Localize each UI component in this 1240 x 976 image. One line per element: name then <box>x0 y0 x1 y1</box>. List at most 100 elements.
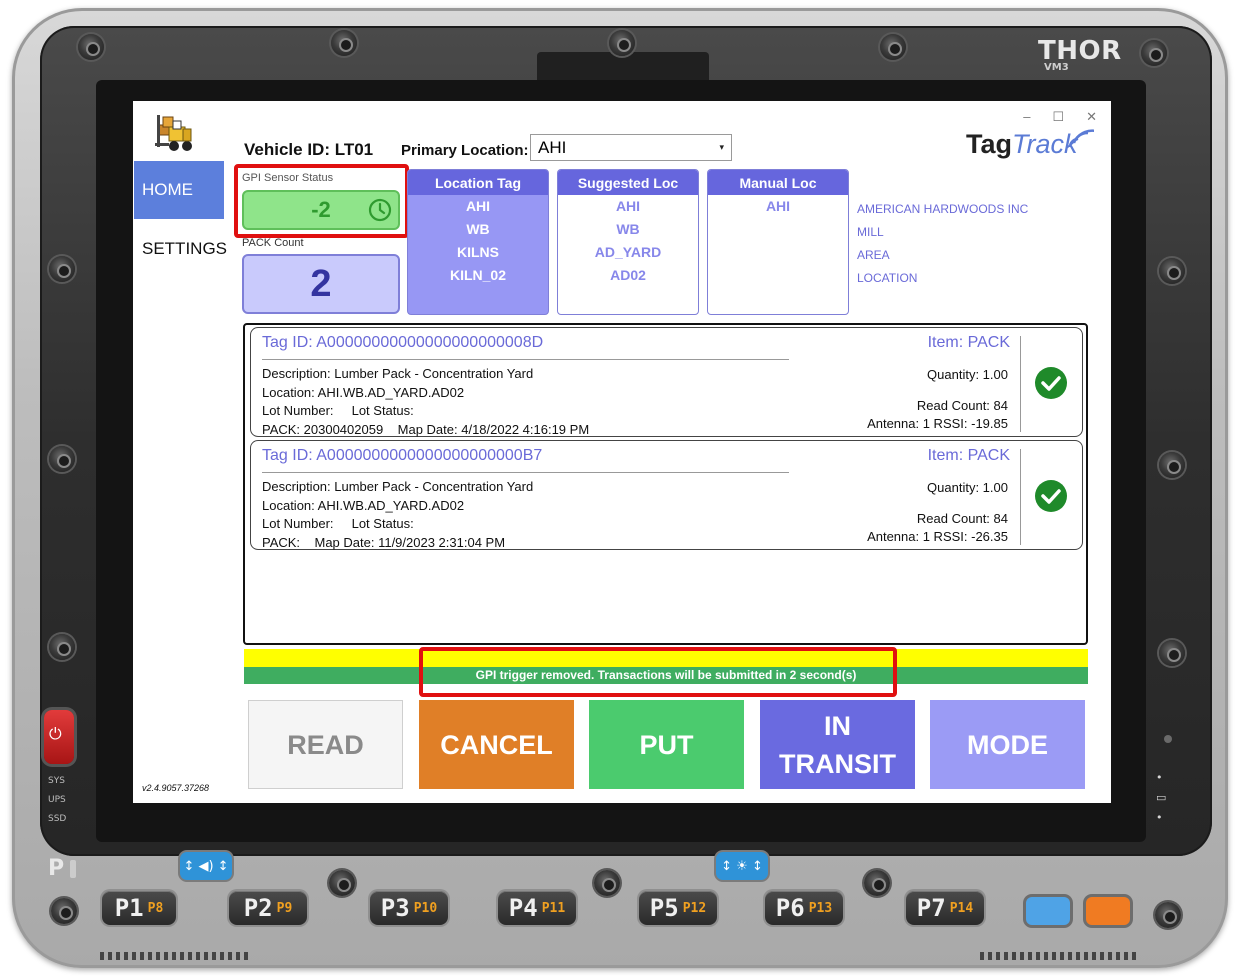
logo-tag: Tag <box>966 129 1012 159</box>
tag-description: Description: Lumber Pack - Concentration… <box>262 366 534 381</box>
screw-icon <box>1159 452 1185 478</box>
location-level-company: AMERICAN HARDWOODS INC <box>857 202 1029 216</box>
rfid-waves-icon <box>1068 129 1094 148</box>
led-label-ssd: SSD <box>48 814 67 824</box>
suggested-loc-column[interactable]: Suggested Loc AHI WB AD_YARD AD02 <box>557 169 699 315</box>
wifi-indicator-icon: • <box>1156 771 1163 784</box>
tag-details: Description: Lumber Pack - Concentration… <box>262 365 589 439</box>
device-model: VM3 <box>1044 62 1069 73</box>
p-indicator-label: P <box>48 856 65 881</box>
blue-function-key[interactable] <box>1026 897 1070 925</box>
tag-card[interactable]: Tag ID: A0000000000000000000000B7 Descri… <box>250 440 1083 550</box>
right-status-icons: • ▭ • <box>1156 768 1166 828</box>
location-level-mill: MILL <box>857 225 884 239</box>
screw-icon <box>329 870 355 896</box>
location-level-labels: AMERICAN HARDWOODS INC MILL AREA LOCATIO… <box>857 198 1028 290</box>
minimize-icon[interactable]: – <box>1023 109 1030 125</box>
volume-key[interactable]: ↕ ◀) ↕ <box>180 852 232 880</box>
read-button[interactable]: READ <box>248 700 403 789</box>
indicator-dot <box>1164 735 1172 743</box>
battery-indicator-icon: ▭ <box>1156 791 1167 804</box>
power-icon: ⏻ <box>49 724 62 743</box>
p3-key[interactable]: P3 P10 <box>370 891 448 925</box>
in-transit-label-1: IN <box>824 710 851 741</box>
tag-quantity: Quantity: 1.00 <box>927 367 1008 382</box>
tagtrack-logo: TagTrack <box>966 129 1078 160</box>
location-tag-row: AHI <box>465 198 491 214</box>
tagtrack-app-window: – ☐ ✕ HOME SETTINGS v2.4.9057.37268 Vehi… <box>133 101 1111 803</box>
tag-divider <box>262 359 789 360</box>
tag-location: Location: AHI.WB.AD_YARD.AD02 <box>262 497 465 513</box>
status-led-labels: SYS UPS SSD <box>48 772 66 829</box>
screw-icon <box>49 634 75 660</box>
brightness-key[interactable]: ↕ ☀ ↕ <box>716 852 768 880</box>
tag-divider <box>262 472 789 473</box>
window-controls: – ☐ ✕ <box>1023 109 1097 125</box>
primary-location-select[interactable]: AHI ▾ <box>530 134 732 161</box>
p7-key[interactable]: P7 P14 <box>906 891 984 925</box>
vent-left <box>100 952 250 960</box>
location-tag-row: WB <box>466 221 490 237</box>
suggested-loc-row: AD02 <box>610 267 646 283</box>
location-tag-row: KILN_02 <box>449 267 507 283</box>
primary-location-label: Primary Location: <box>401 142 529 159</box>
screw-icon <box>51 898 77 924</box>
screw-icon <box>49 446 75 472</box>
status-highlight-box <box>419 647 897 697</box>
maximize-icon[interactable]: ☐ <box>1052 109 1064 125</box>
p-indicator-bar <box>70 860 76 878</box>
p2-key[interactable]: P2 P9 <box>229 891 307 925</box>
tag-lot: Lot Number: Lot Status: <box>262 516 414 531</box>
power-button[interactable]: ⏻ <box>44 710 74 764</box>
screw-icon <box>594 870 620 896</box>
app-version: v2.4.9057.37268 <box>142 783 210 793</box>
tag-id: Tag ID: A00000000000000000000008D <box>262 334 544 351</box>
screw-icon <box>49 256 75 282</box>
vehicle-id-value: LT01 <box>334 140 374 159</box>
tag-antenna-rssi: Antenna: 1 RSSI: -19.85 <box>867 416 1008 431</box>
tag-item-type: Item: PACK <box>927 447 1010 464</box>
tag-antenna-rssi: Antenna: 1 RSSI: -26.35 <box>867 529 1008 544</box>
location-tag-header: Location Tag <box>408 170 548 195</box>
manual-loc-column[interactable]: Manual Loc AHI <box>707 169 849 315</box>
p4-key[interactable]: P4 P11 <box>498 891 576 925</box>
pack-count-value: 2 <box>242 254 400 314</box>
in-transit-button[interactable]: IN TRANSIT <box>760 700 915 789</box>
tag-item-type: Item: PACK <box>927 334 1010 351</box>
nav-settings[interactable]: SETTINGS <box>134 227 227 271</box>
tag-pack: PACK: Map Date: 11/9/2023 2:31:04 PM <box>262 534 506 550</box>
location-level-location: LOCATION <box>857 271 918 285</box>
p5-key[interactable]: P5 P12 <box>639 891 717 925</box>
mode-button[interactable]: MODE <box>930 700 1085 789</box>
tag-list[interactable]: Tag ID: A00000000000000000000008D Descri… <box>243 323 1088 645</box>
screw-icon <box>1141 40 1167 66</box>
p1-key[interactable]: P1 P8 <box>102 891 176 925</box>
close-icon[interactable]: ✕ <box>1086 109 1097 125</box>
screw-icon <box>1155 902 1181 928</box>
p6-key[interactable]: P6 P13 <box>765 891 843 925</box>
check-circle-icon <box>1035 480 1067 512</box>
nav-home[interactable]: HOME <box>134 161 224 219</box>
location-tag-column: Location Tag AHI WB KILNS KILN_02 <box>407 169 549 315</box>
in-transit-label-2: TRANSIT <box>779 748 896 779</box>
screw-icon <box>78 34 104 60</box>
location-level-area: AREA <box>857 248 890 262</box>
tag-details: Description: Lumber Pack - Concentration… <box>262 478 533 552</box>
tag-lot: Lot Number: Lot Status: <box>262 403 414 418</box>
suggested-loc-header: Suggested Loc <box>558 170 698 195</box>
tag-pack: PACK: 20300402059 Map Date: 4/18/2022 4:… <box>262 421 590 437</box>
tag-card[interactable]: Tag ID: A00000000000000000000008D Descri… <box>250 327 1083 437</box>
check-circle-icon <box>1035 367 1067 399</box>
gpi-highlight-box <box>234 164 409 238</box>
forklift-icon <box>155 115 192 151</box>
suggested-loc-row: AD_YARD <box>594 244 662 260</box>
orange-function-key[interactable] <box>1086 897 1130 925</box>
location-tag-row: KILNS <box>457 244 499 260</box>
led-label-ups: UPS <box>48 795 66 805</box>
put-button[interactable]: PUT <box>589 700 744 789</box>
cancel-button[interactable]: CANCEL <box>419 700 574 789</box>
tag-read-count: Read Count: 84 <box>916 398 1008 413</box>
screw-icon <box>1159 258 1185 284</box>
screw-icon <box>880 34 906 60</box>
tag-id: Tag ID: A0000000000000000000000B7 <box>262 447 543 464</box>
